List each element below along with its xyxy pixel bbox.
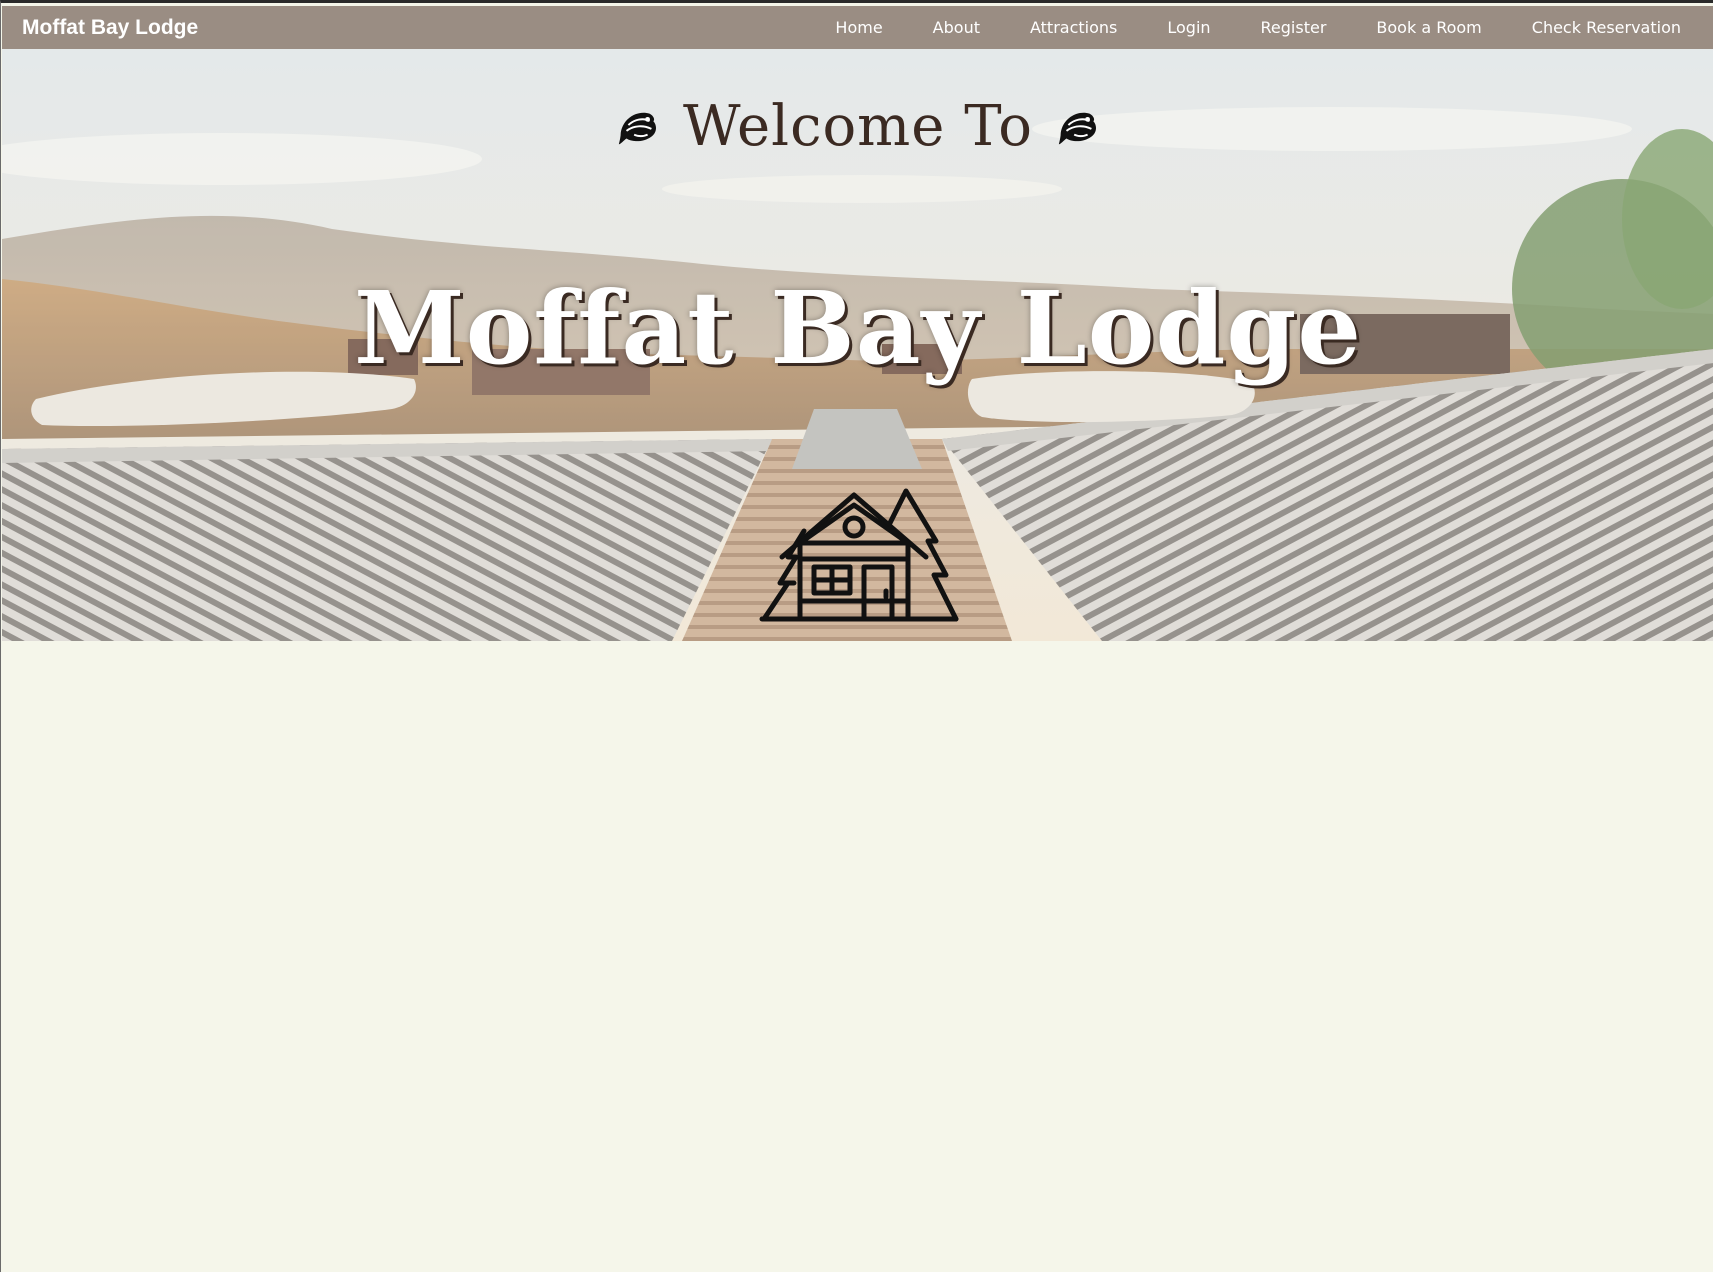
nav-attractions[interactable]: Attractions [1030, 18, 1117, 37]
brand-link[interactable]: Moffat Bay Lodge [22, 6, 198, 49]
nav-book-a-room[interactable]: Book a Room [1376, 18, 1481, 37]
hero-banner: Welcome To Moffat Bay Lodge [2, 49, 1713, 641]
page: Moffat Bay Lodge Home About Attractions … [0, 0, 1713, 1272]
cabin-icon [759, 488, 959, 622]
welcome-text: Welcome To [683, 94, 1033, 159]
nav-register[interactable]: Register [1261, 18, 1327, 37]
fish-icon [1058, 112, 1096, 145]
hero-title: Moffat Bay Lodge [354, 269, 1362, 387]
welcome-heading-row: Welcome To [2, 99, 1713, 155]
nav-login[interactable]: Login [1167, 18, 1210, 37]
nav-links: Home About Attractions Login Register Bo… [785, 6, 1681, 49]
nav-about[interactable]: About [933, 18, 980, 37]
nav-home[interactable]: Home [835, 18, 882, 37]
nav-check-reservation[interactable]: Check Reservation [1532, 18, 1681, 37]
fish-icon [618, 112, 657, 145]
top-navbar: Moffat Bay Lodge Home About Attractions … [2, 6, 1713, 49]
